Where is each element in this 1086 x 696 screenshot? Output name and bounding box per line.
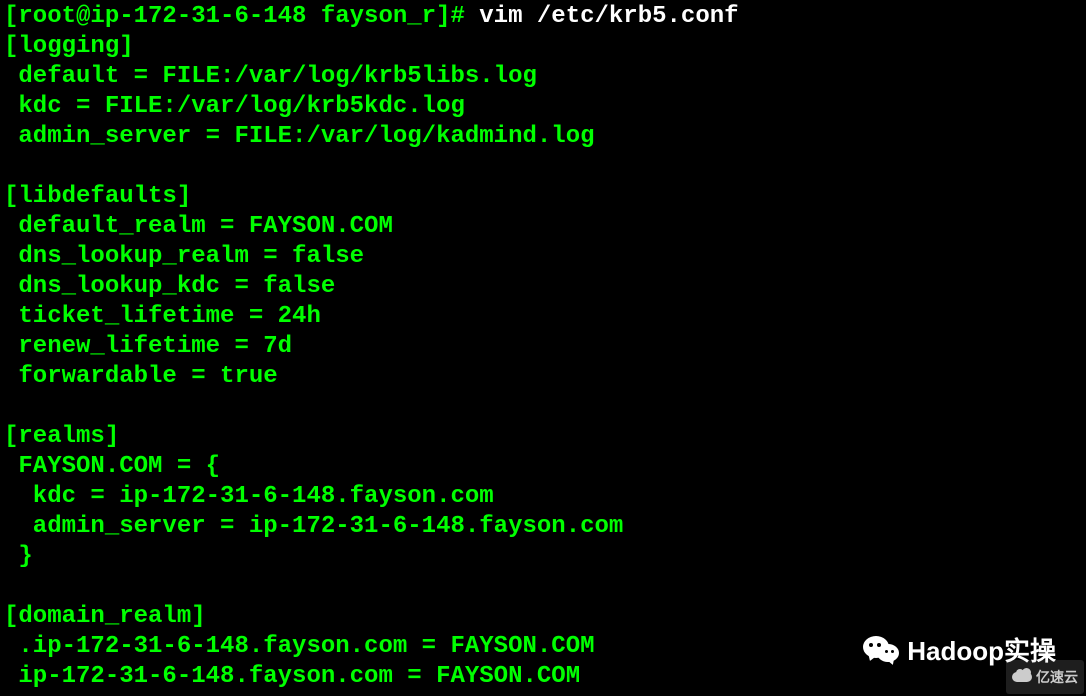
config-line: }	[4, 543, 33, 570]
config-line: admin_server = FILE:/var/log/kadmind.log	[4, 123, 595, 150]
config-line: .ip-172-31-6-148.fayson.com = FAYSON.COM	[4, 633, 595, 660]
wechat-icon	[863, 636, 899, 666]
config-line: kdc = ip-172-31-6-148.fayson.com	[4, 483, 494, 510]
shell-command: vim /etc/krb5.conf	[479, 3, 738, 30]
config-line: admin_server = ip-172-31-6-148.fayson.co…	[4, 513, 623, 540]
shell-prompt: [root@ip-172-31-6-148 fayson_r]#	[4, 3, 479, 30]
config-line: default_realm = FAYSON.COM	[4, 213, 393, 240]
config-line: renew_lifetime = 7d	[4, 333, 292, 360]
config-line: forwardable = true	[4, 363, 278, 390]
yisu-watermark: 亿速云	[1006, 660, 1084, 694]
config-line: ip-172-31-6-148.fayson.com = FAYSON.COM	[4, 663, 580, 690]
config-line: [domain_realm]	[4, 603, 206, 630]
config-line: kdc = FILE:/var/log/krb5kdc.log	[4, 93, 465, 120]
yisu-label: 亿速云	[1036, 662, 1078, 692]
config-line: [libdefaults]	[4, 183, 191, 210]
config-line: [logging]	[4, 33, 134, 60]
config-line: ticket_lifetime = 24h	[4, 303, 321, 330]
cloud-icon	[1012, 670, 1032, 684]
config-line: FAYSON.COM = {	[4, 453, 220, 480]
config-line: dns_lookup_realm = false	[4, 243, 364, 270]
config-line: default = FILE:/var/log/krb5libs.log	[4, 63, 537, 90]
config-line: [realms]	[4, 423, 119, 450]
terminal-output: [root@ip-172-31-6-148 fayson_r]# vim /et…	[4, 2, 1082, 692]
config-line: dns_lookup_kdc = false	[4, 273, 335, 300]
